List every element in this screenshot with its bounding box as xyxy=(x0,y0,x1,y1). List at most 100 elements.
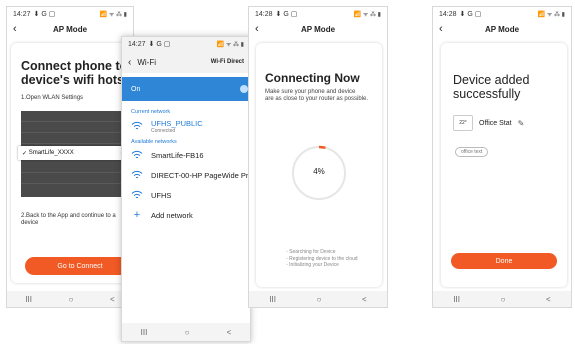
network-row[interactable]: SmartLife-FB16 xyxy=(122,145,250,165)
plus-icon: + xyxy=(133,209,141,221)
go-to-connect-button[interactable]: Go to Connect xyxy=(25,257,133,275)
status-bar: 14:28 ⬇ G ▢ 📶 ᯤ ⁂ ▮ xyxy=(433,7,571,21)
add-network-label: Add network xyxy=(151,210,193,220)
home-icon[interactable]: ○ xyxy=(69,295,74,304)
phone-wifi-settings: 14:27 ⬇ G ▢ 📶 ᯤ ⁂ ▮ ‹ Wi-Fi Wi-Fi Direct … xyxy=(121,36,251,342)
status-icons: 📶 ᯤ ⁂ ▮ xyxy=(216,42,244,48)
status-bar: 14:28 ⬇ G ▢ 📶 ᯤ ⁂ ▮ xyxy=(249,7,387,21)
wifi-toggle-row[interactable]: On xyxy=(122,77,250,101)
nav-bar: III ○ < xyxy=(7,291,133,307)
connect-card: Connect phone to device's wifi hotsp 1.O… xyxy=(11,43,133,283)
status-bar: 14:27 ⬇ G ▢ 📶 ᯤ ⁂ ▮ xyxy=(7,7,133,21)
status-time: 14:28 xyxy=(255,10,273,18)
connecting-heading: Connecting Now xyxy=(265,71,360,85)
done-button[interactable]: Done xyxy=(451,253,557,269)
status-icons: 📶 ᯤ ⁂ ▮ xyxy=(537,12,565,18)
wifi-lock-icon xyxy=(131,170,143,179)
success-card: Device added successfully 22° Office Sta… xyxy=(441,43,567,287)
device-name: Office Stat xyxy=(479,119,512,127)
page-title: AP Mode xyxy=(484,25,520,34)
back-arrow-icon[interactable]: ‹ xyxy=(255,21,259,38)
wlan-screenshot: ✓ SmartLife_XXXX ᯤ xyxy=(18,111,132,197)
add-network-row[interactable]: + Add network xyxy=(122,205,250,225)
nav-bar: III ○ < xyxy=(433,291,571,307)
app-icons: ⬇ G ▢ xyxy=(148,41,171,48)
app-icons: ⬇ G ▢ xyxy=(275,11,298,18)
phone-connecting: 14:28 ⬇ G ▢ 📶 ᯤ ⁂ ▮ ‹ AP Mode Connecting … xyxy=(248,6,388,308)
recents-icon[interactable]: III xyxy=(453,295,460,304)
back-arrow-icon[interactable]: ‹ xyxy=(13,21,17,38)
status-icons: 📶 ᯤ ⁂ ▮ xyxy=(353,12,381,18)
device-thumbnail-icon: 22° xyxy=(453,115,473,131)
nav-bar: III ○ < xyxy=(122,323,250,341)
heading-line-1: Device added xyxy=(453,73,530,87)
back-arrow-icon[interactable]: ‹ xyxy=(439,21,443,38)
check-icon: ✓ xyxy=(22,150,29,157)
app-icons: ⬇ G ▢ xyxy=(33,11,56,18)
device-row: 22° Office Stat ✎ xyxy=(453,115,524,131)
wifi-direct-link[interactable]: Wi-Fi Direct xyxy=(211,59,244,65)
ss-network-row: ✓ SmartLife_XXXX ᯤ xyxy=(18,146,132,160)
toggle-label: On xyxy=(131,85,141,93)
wifi-header: ‹ Wi-Fi Wi-Fi Direct xyxy=(122,51,250,73)
step-item: ◦ Initializing your Device xyxy=(286,262,339,268)
network-row[interactable]: UFHS xyxy=(122,185,250,205)
step-label: Registering device to the cloud xyxy=(289,255,358,262)
back-icon[interactable]: < xyxy=(227,328,232,337)
heading-line-2: successfully xyxy=(453,87,521,101)
success-heading: Device added successfully xyxy=(453,73,529,101)
back-icon[interactable]: < xyxy=(546,295,551,304)
ss-row xyxy=(21,122,129,133)
step-label: Searching for Device xyxy=(289,249,336,255)
app-bar: ‹ AP Mode xyxy=(433,21,571,38)
recents-icon[interactable]: III xyxy=(141,328,148,337)
app-bar: ‹ AP Mode xyxy=(249,21,387,38)
page-title: AP Mode xyxy=(52,25,88,34)
subtitle-line-1: Make sure your phone and device xyxy=(265,89,356,95)
home-icon[interactable]: ○ xyxy=(501,295,506,304)
status-time: 14:28 xyxy=(439,10,457,18)
status-icons: 📶 ᯤ ⁂ ▮ xyxy=(99,12,127,18)
network-name: UFHS xyxy=(151,190,172,200)
heading: Connect phone to device's wifi hotsp xyxy=(21,59,132,87)
status-time: 14:27 xyxy=(13,10,31,18)
wifi-lock-icon xyxy=(131,190,143,199)
current-network-row[interactable]: UFHS_PUBLIC Connected xyxy=(122,115,250,137)
page-title: Wi-Fi xyxy=(137,57,156,67)
back-icon[interactable]: < xyxy=(362,295,367,304)
status-time: 14:27 xyxy=(128,40,146,48)
network-name: SmartLife-FB16 xyxy=(151,150,204,160)
home-icon[interactable]: ○ xyxy=(185,328,190,337)
ss-row xyxy=(21,133,129,144)
network-row[interactable]: DIRECT-00-HP PageWide Pro xyxy=(122,165,250,185)
ss-row xyxy=(21,162,129,173)
edit-pencil-icon[interactable]: ✎ xyxy=(518,119,525,128)
app-bar: ‹ AP Mode xyxy=(7,21,133,38)
step-2-line-1: 2.Back to the App and continue to a xyxy=(21,213,116,219)
progress-steps: ◦ Searching for Device ◦ Registering dev… xyxy=(286,249,358,269)
room-tag[interactable]: office text xyxy=(455,147,489,157)
back-icon[interactable]: < xyxy=(110,295,115,304)
app-icons: ⬇ G ▢ xyxy=(459,11,482,18)
back-arrow-icon[interactable]: ‹ xyxy=(128,57,131,68)
heading-line-2: device's wifi hotsp xyxy=(21,73,132,87)
connecting-subtitle: Make sure your phone and device are as c… xyxy=(265,89,368,103)
step-2-line-2: device xyxy=(21,220,39,226)
toggle-switch[interactable] xyxy=(240,85,248,93)
step-label: Initializing your Device xyxy=(289,262,339,268)
wifi-icon xyxy=(131,150,143,159)
home-icon[interactable]: ○ xyxy=(317,295,322,304)
recents-icon[interactable]: III xyxy=(269,295,276,304)
step-2-text: 2.Back to the App and continue to a devi… xyxy=(21,213,116,227)
heading-line-1: Connect phone to xyxy=(21,59,128,73)
subtitle-line-2: are as close to your router as possible. xyxy=(265,96,369,102)
ss-row xyxy=(21,111,129,122)
phone-device-added: 14:28 ⬇ G ▢ 📶 ᯤ ⁂ ▮ ‹ AP Mode Device adde… xyxy=(432,6,572,308)
ss-network-name: SmartLife_XXXX xyxy=(28,150,74,156)
status-bar: 14:27 ⬇ G ▢ 📶 ᯤ ⁂ ▮ xyxy=(122,37,250,51)
recents-icon[interactable]: III xyxy=(25,295,32,304)
current-status: Connected xyxy=(151,127,176,134)
nav-bar: III ○ < xyxy=(249,291,387,307)
network-name: DIRECT-00-HP PageWide Pro xyxy=(151,170,251,180)
current-ssid: UFHS_PUBLIC xyxy=(151,118,203,128)
